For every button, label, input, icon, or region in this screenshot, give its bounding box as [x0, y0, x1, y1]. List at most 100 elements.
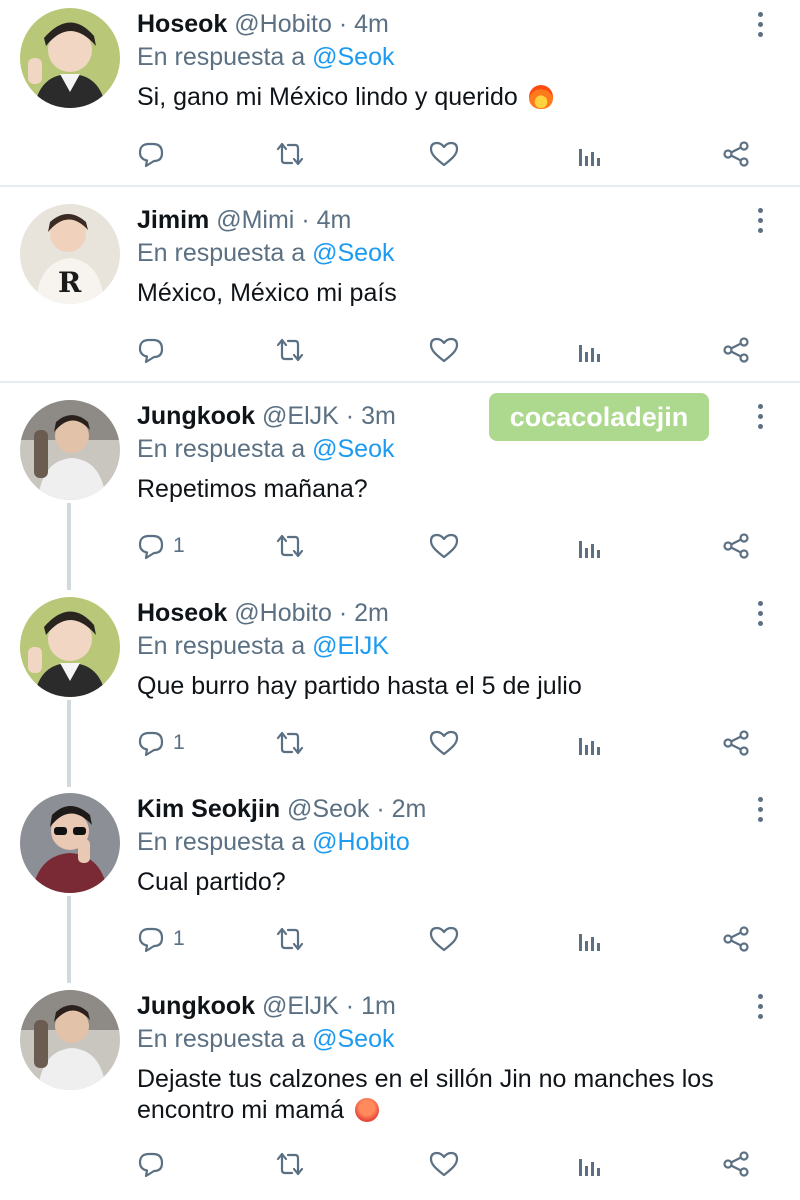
avatar[interactable]: [20, 400, 120, 500]
like-button[interactable]: [429, 136, 459, 172]
share-button[interactable]: [721, 332, 751, 368]
speech-bubble-icon: [137, 532, 165, 560]
reply-mention-link[interactable]: @Seok: [312, 43, 394, 71]
reply-button[interactable]: 1: [137, 725, 185, 761]
avatar[interactable]: [20, 793, 120, 893]
more-options-icon[interactable]: [748, 994, 772, 1022]
author-handle[interactable]: @Seok: [287, 795, 369, 823]
author-handle[interactable]: @Mimi: [216, 206, 294, 234]
share-button[interactable]: [721, 528, 751, 564]
reply-mention-link[interactable]: @Hobito: [312, 828, 410, 856]
stats-button[interactable]: [575, 528, 603, 564]
stats-button[interactable]: [575, 332, 603, 368]
reply-context: En respuesta a @Hobito: [137, 826, 410, 858]
tweet-header: Jungkook @ElJK · 3m: [137, 400, 396, 432]
bar-chart-icon: [575, 1150, 603, 1178]
timestamp[interactable]: 4m: [354, 10, 389, 38]
author-name[interactable]: Jungkook: [137, 402, 255, 430]
share-button[interactable]: [721, 1146, 751, 1182]
thread-connector: [67, 700, 71, 787]
author-name[interactable]: Hoseok: [137, 10, 227, 38]
like-button[interactable]: [429, 921, 459, 957]
author-handle[interactable]: @Hobito: [234, 599, 332, 627]
stats-button[interactable]: [575, 1146, 603, 1182]
tweet-text: Si, gano mi México lindo y querido: [137, 82, 777, 113]
timestamp[interactable]: 4m: [317, 206, 352, 234]
retweet-icon: [273, 729, 307, 757]
heart-icon: [429, 1150, 459, 1178]
reply-button[interactable]: 1: [137, 528, 185, 564]
share-button[interactable]: [721, 725, 751, 761]
author-handle[interactable]: @Hobito: [234, 10, 332, 38]
more-options-icon[interactable]: [748, 404, 772, 432]
reply-button[interactable]: [137, 332, 173, 368]
tweet-actions: [137, 136, 767, 172]
retweet-button[interactable]: [273, 136, 307, 172]
reply-mention-link[interactable]: @ElJK: [312, 632, 389, 660]
reply-prefix: En respuesta a: [137, 435, 306, 463]
like-button[interactable]: [429, 528, 459, 564]
tweet-actions: 1: [137, 725, 767, 761]
tweet-actions: 1: [137, 528, 767, 564]
author-name[interactable]: Jungkook: [137, 992, 255, 1020]
timestamp[interactable]: 1m: [361, 992, 396, 1020]
speech-bubble-icon: [137, 336, 165, 364]
more-options-icon[interactable]: [748, 797, 772, 825]
retweet-button[interactable]: [273, 725, 307, 761]
share-icon: [721, 531, 751, 561]
avatar[interactable]: R: [20, 204, 120, 304]
angry-face-emoji-icon: [354, 1098, 379, 1122]
stats-button[interactable]: [575, 725, 603, 761]
tweet-header: Jimim @Mimi · 4m: [137, 204, 351, 236]
stats-button[interactable]: [575, 136, 603, 172]
tweet-actions: [137, 1146, 767, 1182]
author-handle[interactable]: @ElJK: [262, 402, 339, 430]
thread-connector: [67, 503, 71, 590]
speech-bubble-icon: [137, 925, 165, 953]
fire-emoji-icon: [528, 85, 553, 109]
more-options-icon[interactable]: [748, 12, 772, 40]
like-button[interactable]: [429, 1146, 459, 1182]
timestamp[interactable]: 3m: [361, 402, 396, 430]
author-name[interactable]: Jimim: [137, 206, 209, 234]
reply-button[interactable]: [137, 136, 173, 172]
reply-prefix: En respuesta a: [137, 828, 306, 856]
avatar[interactable]: [20, 990, 120, 1090]
stats-button[interactable]: [575, 921, 603, 957]
retweet-icon: [273, 140, 307, 168]
more-options-icon[interactable]: [748, 208, 772, 236]
retweet-button[interactable]: [273, 921, 307, 957]
timestamp[interactable]: 2m: [354, 599, 389, 627]
more-options-icon[interactable]: [748, 601, 772, 629]
reply-button[interactable]: 1: [137, 921, 185, 957]
retweet-icon: [273, 532, 307, 560]
author-name[interactable]: Hoseok: [137, 599, 227, 627]
share-icon: [721, 728, 751, 758]
reply-mention-link[interactable]: @Seok: [312, 239, 394, 267]
reply-mention-link[interactable]: @Seok: [312, 1025, 394, 1053]
share-button[interactable]: [721, 136, 751, 172]
speech-bubble-icon: [137, 1150, 165, 1178]
retweet-button[interactable]: [273, 1146, 307, 1182]
avatar[interactable]: [20, 597, 120, 697]
bar-chart-icon: [575, 925, 603, 953]
reply-button[interactable]: [137, 1146, 173, 1182]
heart-icon: [429, 729, 459, 757]
reply-mention-link[interactable]: @Seok: [312, 435, 394, 463]
timestamp[interactable]: 2m: [392, 795, 427, 823]
share-button[interactable]: [721, 921, 751, 957]
heart-icon: [429, 336, 459, 364]
like-button[interactable]: [429, 332, 459, 368]
reply-prefix: En respuesta a: [137, 239, 306, 267]
like-button[interactable]: [429, 725, 459, 761]
reply-count: 1: [173, 534, 185, 557]
retweet-icon: [273, 1150, 307, 1178]
reply-count: 1: [173, 927, 185, 950]
retweet-button[interactable]: [273, 332, 307, 368]
avatar[interactable]: [20, 8, 120, 108]
author-handle[interactable]: @ElJK: [262, 992, 339, 1020]
retweet-icon: [273, 925, 307, 953]
retweet-button[interactable]: [273, 528, 307, 564]
author-name[interactable]: Kim Seokjin: [137, 795, 280, 823]
tweet-divider: [0, 381, 800, 383]
